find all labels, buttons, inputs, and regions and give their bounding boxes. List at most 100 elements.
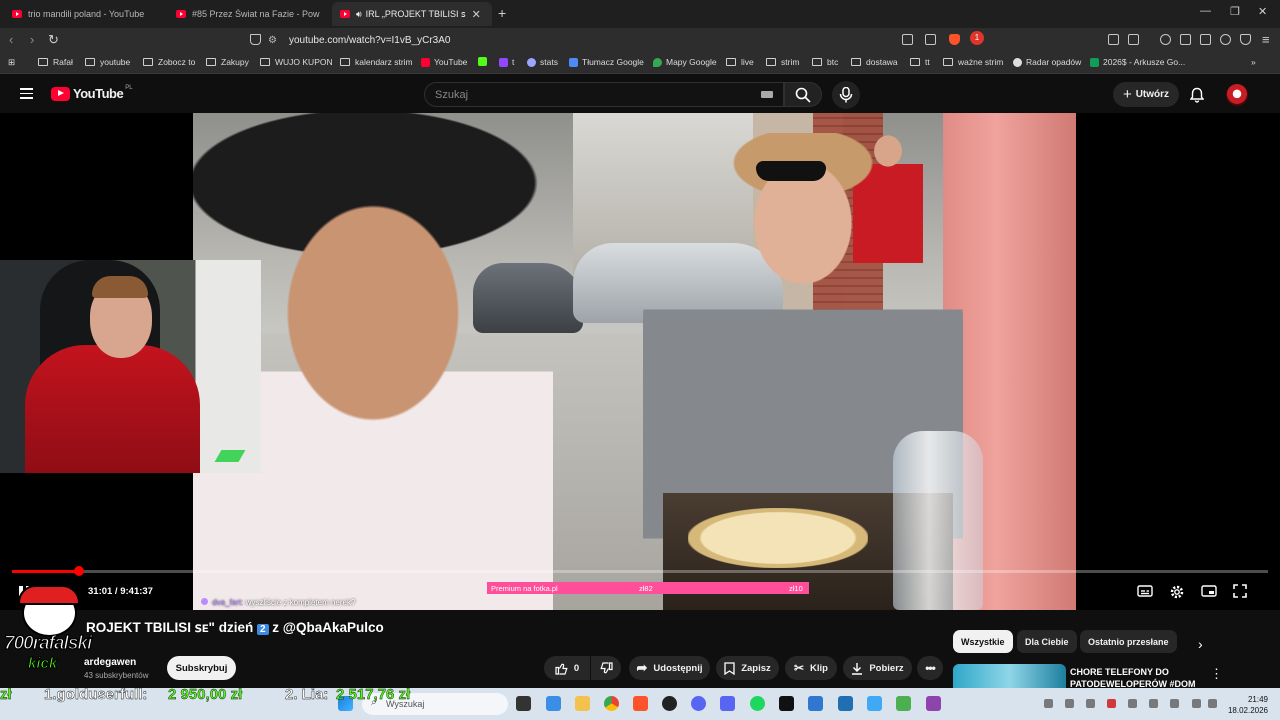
channel-name[interactable]: ardegawen xyxy=(84,657,136,668)
extensions-icon[interactable] xyxy=(1108,34,1119,45)
bookmark-item[interactable]: Mapy Google xyxy=(653,57,717,67)
network-icon[interactable] xyxy=(1192,699,1201,708)
subtitles-icon[interactable] xyxy=(1137,584,1153,598)
wallet-icon[interactable] xyxy=(1200,34,1211,45)
keyboard-icon[interactable] xyxy=(761,91,773,98)
minimize-icon[interactable]: — xyxy=(1200,5,1211,17)
bookmark-page-icon[interactable] xyxy=(250,34,261,45)
more-vertical-icon[interactable]: ⋮ xyxy=(1210,666,1223,682)
bookmark-item[interactable]: Zobocz to xyxy=(143,57,195,67)
new-tab-button[interactable]: + xyxy=(498,5,506,21)
close-tab-icon[interactable]: ✕ xyxy=(472,8,481,21)
bookmark-item[interactable] xyxy=(478,57,491,66)
task-view-icon[interactable] xyxy=(516,696,531,711)
sidebar-icon[interactable] xyxy=(1180,34,1191,45)
share-icon[interactable] xyxy=(925,34,936,45)
bookmark-item[interactable]: t xyxy=(499,57,514,67)
tray-icon[interactable] xyxy=(1065,699,1074,708)
bookmark-item[interactable]: live xyxy=(726,57,754,67)
create-button[interactable]: + Utwórz xyxy=(1113,82,1179,107)
download-button[interactable]: Pobierz xyxy=(843,656,912,680)
leo-ai-icon[interactable] xyxy=(1220,34,1231,45)
rewards-badge[interactable]: 1 xyxy=(970,31,984,45)
browser-tab-active[interactable]: 🔊︎ IRL „PROJEKT TBILISI ꜱᴇ" dzień ✕ xyxy=(332,2,492,26)
menu-icon[interactable]: ≡ xyxy=(1262,32,1270,47)
chip-recently-uploaded[interactable]: Ostatnio przesłane xyxy=(1080,630,1177,653)
obs-icon[interactable] xyxy=(662,696,677,711)
app-icon[interactable] xyxy=(779,696,794,711)
clip-button[interactable]: ✂ Klip xyxy=(785,656,837,680)
bookmark-item[interactable]: Rafał xyxy=(38,57,73,67)
brave-shield-icon[interactable] xyxy=(949,34,960,45)
microphone-icon[interactable] xyxy=(1170,699,1179,708)
account-avatar[interactable] xyxy=(1226,84,1248,106)
browser-tab[interactable]: #85 Przez Świat na Fazie - Powrót - C xyxy=(168,2,328,26)
youtube-logo[interactable]: YouTube PL xyxy=(51,85,133,101)
browser-tab[interactable]: trio mandili poland - YouTube xyxy=(4,2,166,26)
tray-icon[interactable] xyxy=(1149,699,1158,708)
discord-icon[interactable] xyxy=(720,696,735,711)
brave-icon[interactable] xyxy=(633,696,648,711)
address-bar[interactable]: ⚙ youtube.com/watch?v=I1vB_yCr3A0 xyxy=(268,31,998,49)
bookmark-item[interactable]: strim xyxy=(766,57,799,67)
bookmark-item[interactable]: stats xyxy=(527,57,558,67)
bookmark-item[interactable]: tt xyxy=(910,57,930,67)
media-icon[interactable] xyxy=(1160,34,1171,45)
notifications-bell-icon[interactable] xyxy=(1190,87,1204,103)
tray-icon[interactable] xyxy=(1107,699,1116,708)
bookmark-item[interactable]: btc xyxy=(812,57,838,67)
recommendation-title[interactable]: CHORE TELEFONY DO PATODEWELOPERÓW #DOM xyxy=(1070,666,1205,688)
recommendation-thumbnail[interactable] xyxy=(953,664,1066,688)
edge-icon[interactable] xyxy=(546,696,561,711)
voice-search-button[interactable] xyxy=(832,81,860,109)
bookmark-item[interactable]: YouTube xyxy=(421,57,467,67)
bookmark-item[interactable]: kalendarz strim xyxy=(340,57,413,67)
dislike-button[interactable] xyxy=(591,656,621,680)
site-info-icon[interactable]: ⚙ xyxy=(268,35,277,46)
scrubber-handle[interactable] xyxy=(74,566,84,576)
app-icon[interactable] xyxy=(896,696,911,711)
cast-icon[interactable] xyxy=(902,34,913,45)
bookmark-item[interactable]: 2026$ - Arkusze Go... xyxy=(1090,57,1185,67)
system-clock[interactable]: 21:49 18.02.2026 xyxy=(1224,694,1268,716)
like-button[interactable]: 0 xyxy=(544,656,590,680)
app-icon[interactable] xyxy=(926,696,941,711)
tray-chevron-icon[interactable] xyxy=(1044,699,1053,708)
bookmark-item[interactable]: ważne strim xyxy=(943,57,1003,67)
chevron-right-icon[interactable]: › xyxy=(1198,636,1203,652)
chip-for-you[interactable]: Dla Ciebie xyxy=(1017,630,1077,653)
miniplayer-icon[interactable] xyxy=(1201,584,1217,598)
apps-grid-icon[interactable]: ⊞ xyxy=(8,57,15,68)
close-window-icon[interactable]: ✕ xyxy=(1258,5,1267,18)
share-button[interactable]: ➦ Udostępnij xyxy=(629,656,710,680)
bluetooth-icon[interactable] xyxy=(1086,699,1095,708)
progress-bar[interactable] xyxy=(12,566,1268,576)
video-player[interactable]: Premium na fotka.pl zł82 zł10 dva_fart: … xyxy=(0,113,1280,610)
chip-all[interactable]: Wszystkie xyxy=(953,630,1013,653)
bookmark-item[interactable]: youtube xyxy=(85,57,130,67)
bookmark-item[interactable]: WUJO KUPON xyxy=(260,57,333,67)
app-icon[interactable] xyxy=(691,696,706,711)
back-icon[interactable]: ‹ xyxy=(9,32,13,47)
vpn-icon[interactable] xyxy=(1240,34,1251,45)
tray-icon[interactable] xyxy=(1128,699,1137,708)
hamburger-menu-icon[interactable] xyxy=(20,88,33,99)
spotify-icon[interactable] xyxy=(750,696,765,711)
reload-icon[interactable]: ↻ xyxy=(48,32,59,48)
search-input[interactable]: Szukaj xyxy=(424,82,784,107)
fullscreen-icon[interactable] xyxy=(1233,584,1247,598)
volume-icon[interactable] xyxy=(1208,699,1217,708)
app-icon[interactable] xyxy=(808,696,823,711)
bookmark-item[interactable]: Tłumacz Google xyxy=(569,57,644,67)
forward-icon[interactable]: › xyxy=(30,32,34,47)
save-button[interactable]: Zapisz xyxy=(716,656,779,680)
screenshot-icon[interactable] xyxy=(1128,34,1139,45)
chrome-icon[interactable] xyxy=(604,696,619,711)
settings-gear-icon[interactable] xyxy=(1169,584,1185,600)
subscribe-button[interactable]: Subskrybuj xyxy=(167,656,236,680)
app-icon[interactable] xyxy=(838,696,853,711)
bookmark-item[interactable]: Radar opadów xyxy=(1013,57,1081,67)
more-bookmarks-icon[interactable]: » xyxy=(1251,57,1256,67)
restore-icon[interactable]: ❐ xyxy=(1230,5,1240,18)
bookmark-item[interactable]: Zakupy xyxy=(206,57,249,67)
